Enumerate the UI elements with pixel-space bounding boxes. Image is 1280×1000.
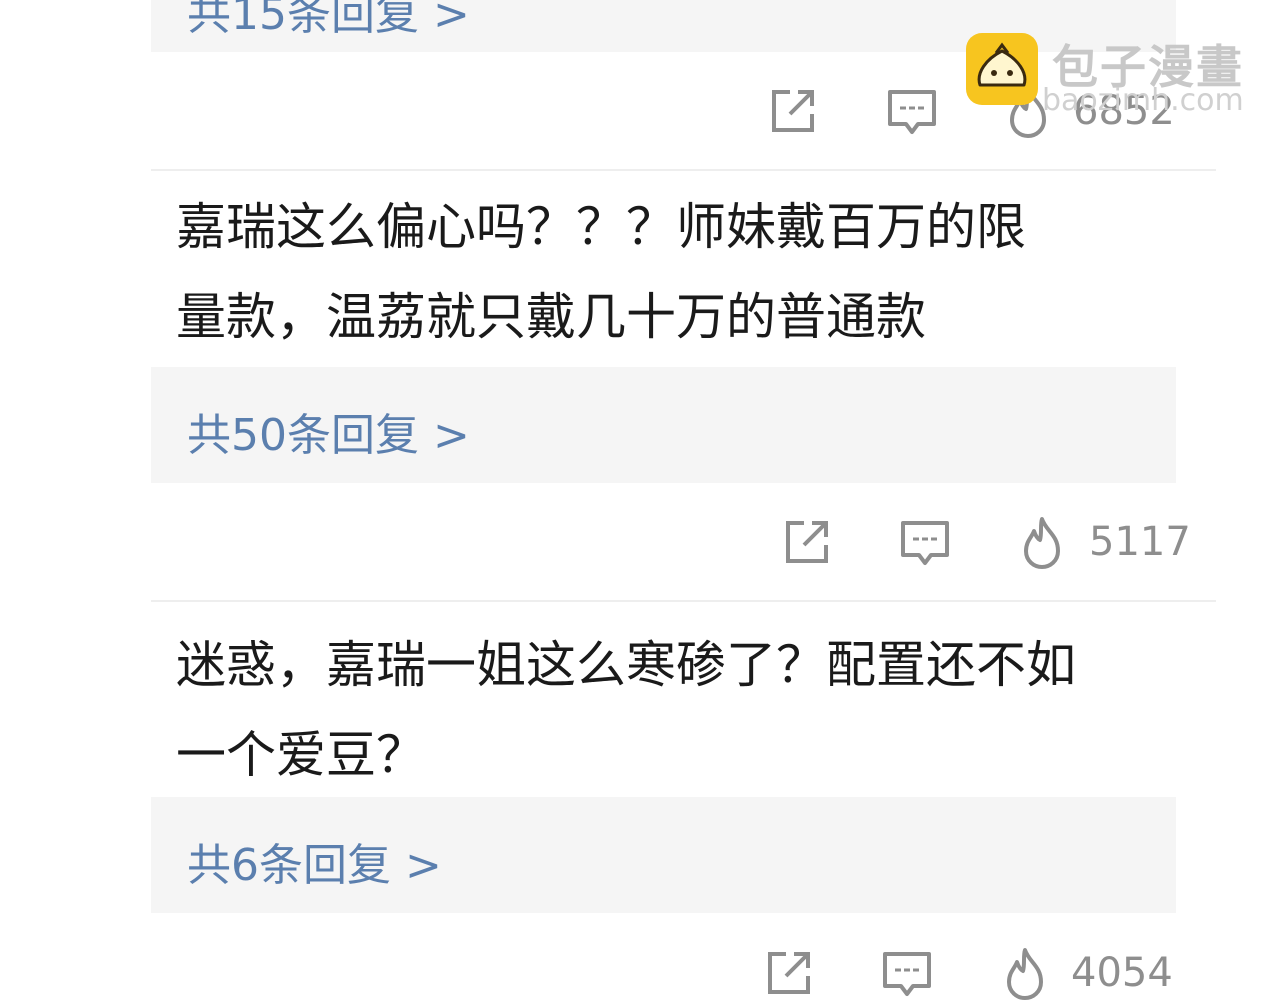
comment-text-line: 一个爱豆？ xyxy=(176,726,426,784)
comment-text-line: 量款，温荔就只戴几十万的普通款 xyxy=(176,288,926,346)
comment-body: 迷惑，嘉瑞一姐这么寒碜了？配置还不如 一个爱豆？ xyxy=(176,620,1136,800)
share-icon xyxy=(768,952,810,994)
like-count: 4054 xyxy=(1071,950,1173,996)
comment-body: 嘉瑞这么偏心吗？？？师妹戴百万的限 量款，温荔就只戴几十万的普通款 xyxy=(176,182,1136,362)
comment-icon xyxy=(883,952,931,996)
bun-logo-icon xyxy=(966,33,1038,105)
flame-icon xyxy=(1024,517,1060,569)
reply-box[interactable]: 共6条回复 > xyxy=(151,797,1176,913)
share-icon xyxy=(772,90,814,132)
flame-icon xyxy=(1007,948,1043,1000)
view-replies-link[interactable]: 共15条回复 > xyxy=(187,0,470,42)
action-bar: 5117 xyxy=(151,507,1191,577)
like-button[interactable] xyxy=(1016,507,1068,581)
comment-text-line: 迷惑，嘉瑞一姐这么寒碜了？配置还不如 xyxy=(176,636,1076,694)
comment-text-line: 嘉瑞这么偏心吗？？？师妹戴百万的限 xyxy=(176,198,1026,256)
action-bar: 4054 xyxy=(151,938,1176,1000)
watermark-url: baozimh.com xyxy=(1042,83,1244,118)
view-replies-link[interactable]: 共6条回复 > xyxy=(187,829,442,893)
like-count: 5117 xyxy=(1089,519,1191,565)
divider xyxy=(151,600,1216,602)
share-button[interactable] xyxy=(782,507,834,581)
divider xyxy=(151,169,1216,171)
comment-icon xyxy=(901,521,949,565)
comment-button[interactable] xyxy=(899,507,951,581)
view-replies-link[interactable]: 共50条回复 > xyxy=(187,399,470,463)
comment-feed: 共15条回复 > 6852 嘉瑞这么偏心吗？？？师妹戴百万的限 量款，温荔就只戴… xyxy=(0,0,1280,1000)
like-button[interactable] xyxy=(999,938,1051,1000)
reply-box[interactable]: 共50条回复 > xyxy=(151,367,1176,483)
watermark: 包子漫畫 baozimh.com xyxy=(966,33,1266,123)
share-button[interactable] xyxy=(768,76,820,150)
comment-button[interactable] xyxy=(886,76,938,150)
comment-button[interactable] xyxy=(881,938,933,1000)
comment-icon xyxy=(888,90,936,134)
share-button[interactable] xyxy=(764,938,816,1000)
share-icon xyxy=(786,521,828,563)
